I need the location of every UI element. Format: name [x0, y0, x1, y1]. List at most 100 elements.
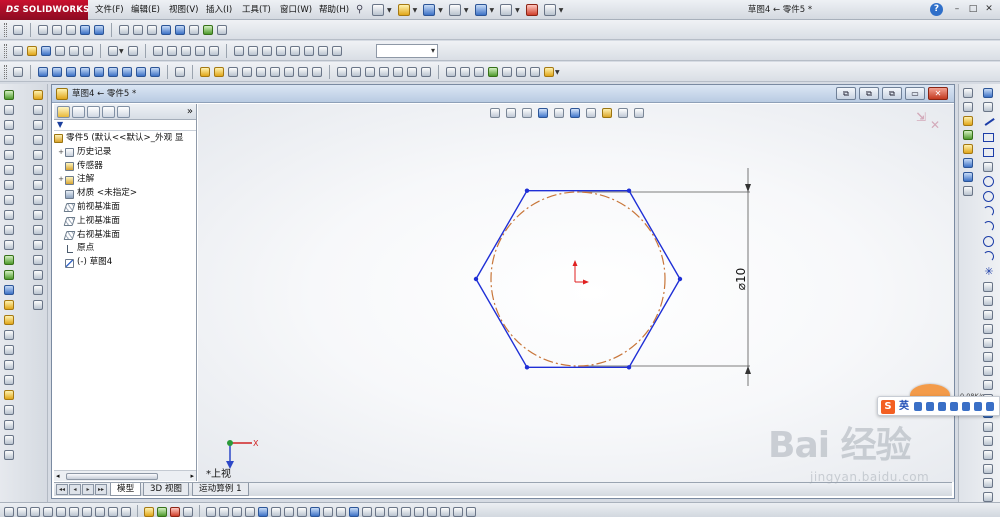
- solidworks-logo[interactable]: DS SOLIDWORKS: [0, 0, 89, 20]
- bottom-tool-icon-5[interactable]: [56, 507, 66, 517]
- ime-toolbar[interactable]: S 英: [877, 396, 1000, 416]
- properties-icon[interactable]: [194, 46, 205, 56]
- ime-language-toggle[interactable]: 英: [899, 399, 909, 415]
- bottom-tool-icon-13[interactable]: [170, 507, 180, 517]
- bottom-tool-icon-9[interactable]: [108, 507, 118, 517]
- toolbar-grip[interactable]: [4, 44, 7, 58]
- bottom-tool-icon-24[interactable]: [323, 507, 333, 517]
- command-icon-30[interactable]: [33, 150, 43, 160]
- bottom-tool-icon-2[interactable]: [17, 507, 27, 517]
- bottom-tool-icon-34[interactable]: [453, 507, 463, 517]
- extend-icon[interactable]: [983, 380, 993, 390]
- tree-node-sensors[interactable]: 传感器: [54, 160, 196, 174]
- command-icon-26[interactable]: [33, 90, 43, 100]
- command-icon-2[interactable]: [4, 105, 14, 115]
- tree-node-right-plane[interactable]: 右视基准面: [54, 229, 196, 243]
- chevron-down-icon[interactable]: ▼: [515, 7, 520, 14]
- display-tool-icon-8[interactable]: [331, 46, 342, 56]
- more-tabs-button[interactable]: »: [187, 104, 193, 119]
- line-icon[interactable]: [983, 116, 995, 128]
- new-icon[interactable]: [13, 46, 23, 56]
- pin-icon[interactable]: ⚲: [356, 4, 366, 16]
- hidden-removed-icon[interactable]: [147, 25, 157, 35]
- edit-color-icon[interactable]: [152, 46, 163, 56]
- feature-icon-13[interactable]: [379, 67, 389, 77]
- chevron-down-icon[interactable]: ▼: [559, 7, 564, 14]
- right-tool-icon-3[interactable]: [963, 116, 973, 126]
- sketch-icon-3[interactable]: [474, 67, 484, 77]
- feature-icon-7[interactable]: [284, 67, 294, 77]
- property-manager-tab-icon[interactable]: [72, 105, 85, 118]
- hexagon-vertex[interactable]: [626, 365, 632, 370]
- chevron-down-icon[interactable]: ▼: [387, 7, 392, 14]
- zoom-in-out-icon[interactable]: [66, 25, 76, 35]
- right-view-icon[interactable]: [80, 67, 90, 77]
- pan-icon[interactable]: [94, 25, 104, 35]
- sketch-icon-4[interactable]: [488, 67, 498, 77]
- bottom-tool-icon-3[interactable]: [30, 507, 40, 517]
- chevron-down-icon[interactable]: ▼: [413, 7, 418, 14]
- command-icon-28[interactable]: [33, 120, 43, 130]
- feature-icon-2[interactable]: [214, 67, 224, 77]
- bottom-tool-icon-19[interactable]: [258, 507, 268, 517]
- command-icon-17[interactable]: [4, 330, 14, 340]
- command-icon-13[interactable]: [4, 270, 14, 280]
- tab-motion-study[interactable]: 运动算例 1: [192, 483, 249, 496]
- chevron-down-icon[interactable]: ▼: [464, 7, 469, 14]
- spline-icon[interactable]: [983, 251, 994, 262]
- chevron-down-icon[interactable]: ▼: [438, 7, 443, 14]
- ellipse-icon[interactable]: [983, 236, 994, 247]
- command-icon-36[interactable]: [33, 240, 43, 250]
- dimetric-view-icon[interactable]: [150, 67, 160, 77]
- feature-icon-10[interactable]: [337, 67, 347, 77]
- command-icon-31[interactable]: [33, 165, 43, 175]
- right-tool-icon-1[interactable]: [963, 88, 973, 98]
- bottom-tool-icon-11[interactable]: [144, 507, 154, 517]
- smart-dim-icon[interactable]: [983, 102, 993, 112]
- exit-sketch-icon[interactable]: [983, 88, 993, 98]
- right-tool-icon-6[interactable]: [963, 158, 973, 168]
- zoom-area-icon[interactable]: [52, 25, 62, 35]
- close-button[interactable]: ✕: [982, 3, 996, 16]
- menu-window[interactable]: 窗口(W): [280, 0, 312, 20]
- filter-icon[interactable]: ▼: [54, 120, 196, 131]
- command-icon-7[interactable]: [4, 180, 14, 190]
- slot-icon[interactable]: [983, 162, 993, 172]
- command-icon-25[interactable]: [4, 450, 14, 460]
- display-tool-icon-3[interactable]: [261, 46, 272, 56]
- normal-to-icon[interactable]: [13, 67, 23, 77]
- print-file-icon[interactable]: [83, 46, 93, 56]
- sketch-icon-6[interactable]: [516, 67, 526, 77]
- command-icon-37[interactable]: [33, 255, 43, 265]
- save-file-icon[interactable]: [41, 46, 51, 56]
- command-icon-19[interactable]: [4, 360, 14, 370]
- chamfer-icon[interactable]: [983, 324, 993, 334]
- command-icon-40[interactable]: [33, 300, 43, 310]
- configuration-select[interactable]: [376, 44, 438, 58]
- centerline-icon[interactable]: [983, 282, 993, 292]
- command-icon-21[interactable]: [4, 390, 14, 400]
- tree-root[interactable]: 零件5 (默认<<默认>_外观 显: [54, 132, 196, 146]
- bottom-tool-icon-8[interactable]: [95, 507, 105, 517]
- document-restore-button[interactable]: ▭: [905, 87, 925, 100]
- right-tool-icon-7[interactable]: [963, 172, 973, 182]
- command-icon-14[interactable]: [4, 285, 14, 295]
- rotate-icon[interactable]: [983, 464, 993, 474]
- bottom-tool-icon-26[interactable]: [349, 507, 359, 517]
- feature-icon-6[interactable]: [270, 67, 280, 77]
- bottom-tool-icon-10[interactable]: [121, 507, 131, 517]
- command-icon-11[interactable]: [4, 240, 14, 250]
- feature-icon-8[interactable]: [298, 67, 308, 77]
- make-drawing-icon[interactable]: [55, 46, 65, 56]
- undo-icon[interactable]: [474, 4, 487, 16]
- hexagon-vertex[interactable]: [473, 276, 479, 282]
- sum-icon[interactable]: [82, 507, 92, 517]
- bottom-tool-icon-15[interactable]: [206, 507, 216, 517]
- tree-node-annotations[interactable]: + 注解: [54, 173, 196, 187]
- display-tool-icon-4[interactable]: [275, 46, 286, 56]
- hexagon-vertex[interactable]: [677, 276, 683, 282]
- arc-icon[interactable]: [983, 206, 994, 217]
- ime-settings-icon[interactable]: [986, 402, 994, 411]
- tile-button-1[interactable]: ⧉: [836, 87, 856, 100]
- command-icon-32[interactable]: [33, 180, 43, 190]
